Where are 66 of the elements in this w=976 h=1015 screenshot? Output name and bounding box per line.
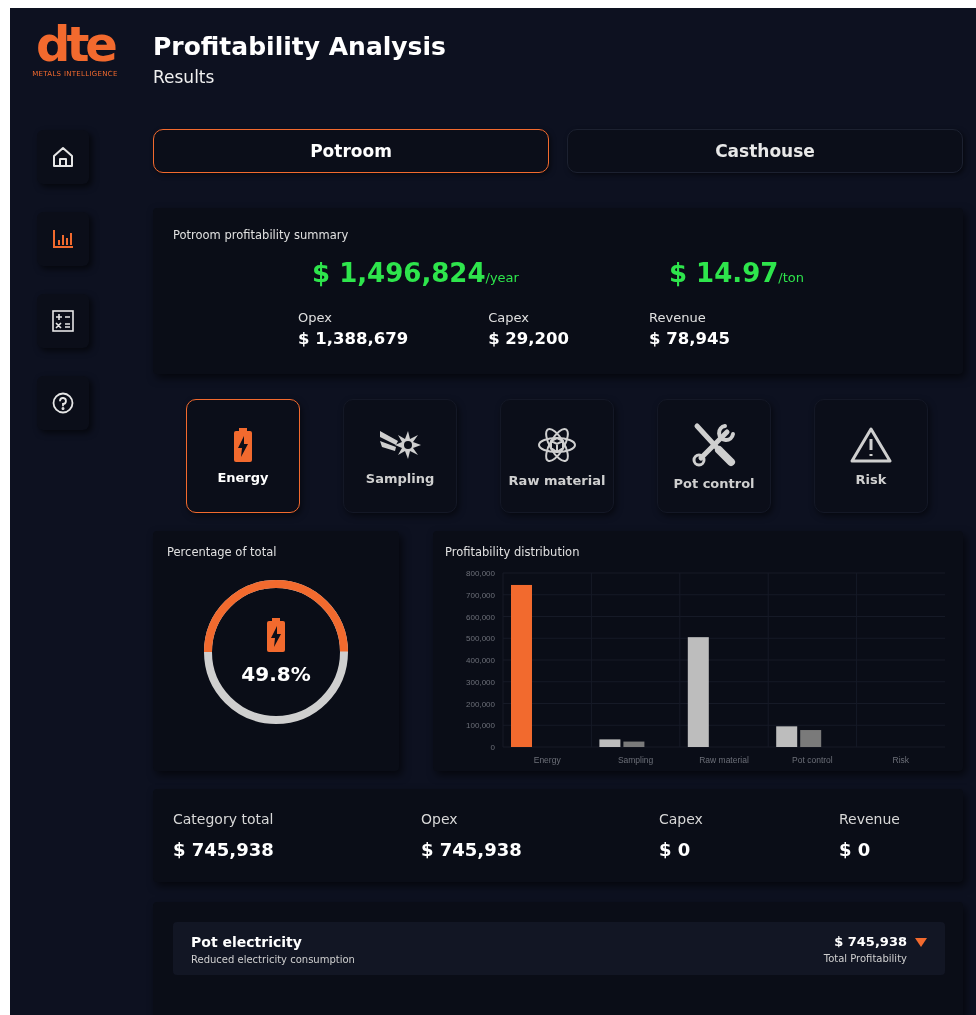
axis-category-label: Sampling [617,755,654,765]
category-tile[interactable]: Risk [814,399,928,513]
axis-tick-label: 0 [490,743,495,752]
stat-value: $ 745,938 [173,839,275,860]
axis-tick-label: 800,000 [466,569,495,578]
category-tile[interactable]: Sampling [343,399,457,513]
card-title: Percentage of total [167,545,278,559]
stat-value: $ 0 [839,839,872,860]
axis-tick-label: 200,000 [466,699,495,709]
axis-tick-label: 600,000 [466,612,495,622]
tab[interactable]: Potroom [153,129,549,173]
sidebar-button[interactable] [37,294,89,348]
stat-label: Capex [659,811,704,827]
item-title: Pot electricity [191,934,303,950]
card-title: Profitability distribution [445,545,581,559]
bar-chart-icon [53,230,73,248]
metric-label: Capex [488,310,530,325]
category-tile[interactable]: Raw material [500,399,614,513]
warning-icon [850,425,892,464]
axis-category-label: Raw material [699,755,749,765]
battery-icon [232,427,254,462]
metric-label: Revenue [649,310,707,325]
axis-category-label: Pot control [792,755,833,765]
item-value: $ 745,938 [834,934,907,949]
axis-tick-label: 400,000 [466,656,495,665]
item-value-label: Total Profitability [823,953,907,964]
calculator-icon [52,310,74,332]
stat-label: Category total [173,811,275,827]
axis-tick-label: 700,000 [466,590,495,600]
total-value: $ 1,496,824/year [312,258,519,288]
total-value: $ 14.97/ton [668,258,804,288]
axis-tick-label: 500,000 [466,634,495,644]
stat-label: Opex [421,811,459,827]
bar [623,741,645,747]
sidebar-button[interactable] [37,130,89,184]
stat-label: Revenue [839,811,901,827]
home-icon [52,146,74,168]
tools-icon [691,421,737,468]
metric-value: $ 1,388,679 [298,329,409,348]
help-icon [52,392,74,414]
sidebar-button[interactable] [37,212,89,266]
list-item[interactable]: Pot electricity Reduced electricity consumption $ 745,938 Total Profitability [173,922,945,975]
category-tile[interactable]: Pot control [657,399,771,513]
battery-icon [265,618,287,652]
bar [800,730,822,747]
metric-value: $ 78,945 [649,329,730,348]
bar [599,739,621,747]
axis-category-label: Energy [533,755,561,765]
axis-tick-label: 300,000 [466,677,495,687]
page-title: Profitability Analysis [153,32,447,61]
metric-label: Opex [298,310,333,325]
caret-icon[interactable] [915,938,927,947]
card-title: Potroom profitability summary [173,228,350,242]
percentage-value: 49.8% [241,662,311,686]
axis-tick-label: 100,000 [466,721,495,731]
logo-mark: dte [36,22,114,66]
stat-value: $ 0 [659,839,692,860]
item-subtitle: Reduced electricity consumption [191,954,355,965]
bar [776,726,798,747]
page-subtitle: Results [153,67,216,87]
metric-value: $ 29,200 [488,329,570,348]
tab[interactable]: Casthouse [567,129,963,173]
stat-value: $ 745,938 [421,839,523,860]
category-tile[interactable]: Energy [186,399,300,513]
axis-category-label: Risk [892,755,910,765]
sidebar-button[interactable] [37,376,89,430]
